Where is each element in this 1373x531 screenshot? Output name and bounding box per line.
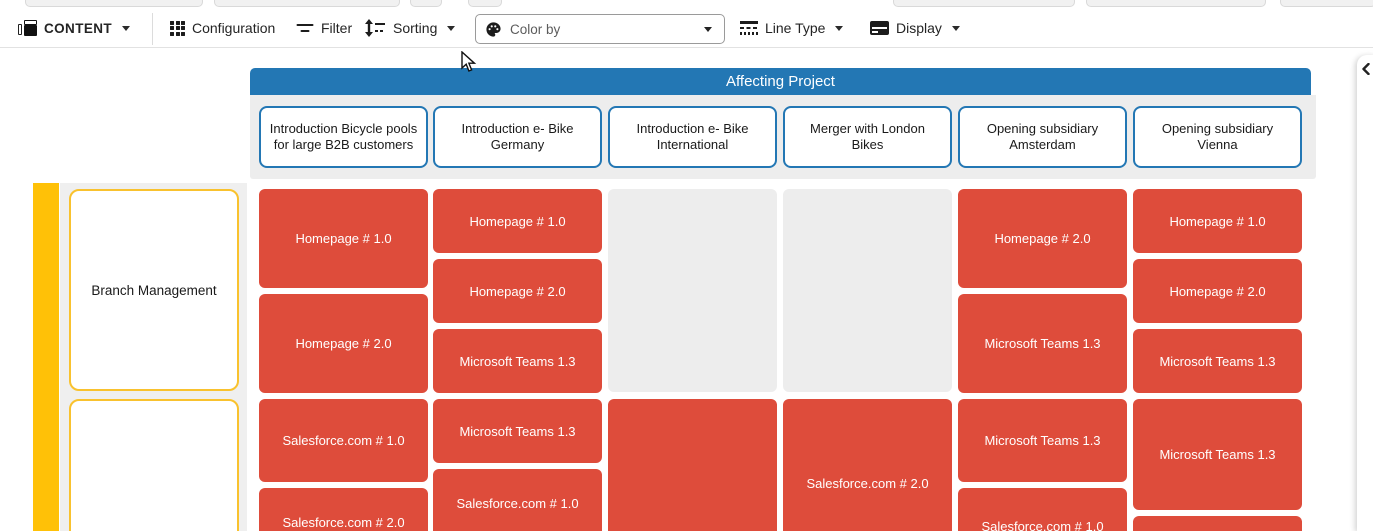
application-card[interactable] — [1133, 516, 1302, 531]
application-card[interactable]: Microsoft Teams 1.3 — [1133, 329, 1302, 393]
application-card[interactable]: Microsoft Teams 1.3 — [433, 329, 602, 393]
application-card[interactable]: Homepage # 1.0 — [433, 189, 602, 253]
line-type-button[interactable]: Line Type — [740, 9, 843, 47]
column-axis-title: Affecting Project — [250, 68, 1311, 95]
application-card[interactable]: Salesforce.com # 2.0 — [783, 399, 952, 531]
row-header[interactable]: Branch Management — [69, 189, 239, 391]
chevron-down-icon — [704, 27, 712, 32]
application-card[interactable]: Homepage # 1.0 — [1133, 189, 1302, 253]
top-bar-fragment — [214, 0, 400, 7]
grid-icon — [170, 21, 185, 36]
row-axis-bar — [33, 183, 59, 531]
application-card[interactable]: Homepage # 2.0 — [1133, 259, 1302, 323]
application-card[interactable]: Homepage # 2.0 — [958, 189, 1127, 288]
toolbar: CONTENT Configuration Filter Sorting Col… — [0, 9, 1373, 48]
application-card[interactable]: Homepage # 1.0 — [259, 189, 428, 288]
sort-icon — [364, 19, 386, 37]
column-axis-title-text: Affecting Project — [726, 73, 835, 90]
content-menu-button[interactable]: CONTENT — [18, 9, 130, 47]
chevron-down-icon — [122, 26, 130, 31]
application-card[interactable] — [608, 399, 777, 531]
application-card[interactable]: Microsoft Teams 1.3 — [958, 294, 1127, 393]
filter-icon — [296, 22, 314, 34]
chevron-down-icon — [835, 26, 843, 31]
sorting-button[interactable]: Sorting — [364, 9, 455, 47]
top-bar-fragment — [468, 0, 502, 7]
column-header[interactable]: Introduction e- Bike International — [608, 106, 777, 168]
top-bar-fragment — [1086, 0, 1266, 7]
chevron-down-icon — [952, 26, 960, 31]
content-menu-label: CONTENT — [44, 21, 112, 36]
display-button[interactable]: Display — [870, 9, 960, 47]
empty-cell — [608, 189, 777, 392]
line-type-icon — [740, 21, 758, 35]
top-bar-fragment — [410, 0, 442, 7]
filter-label: Filter — [321, 20, 352, 36]
right-panel-collapsed — [1357, 55, 1373, 531]
matrix-report-app: CONTENT Configuration Filter Sorting Col… — [0, 0, 1373, 531]
chevron-down-icon — [447, 26, 455, 31]
application-card[interactable]: Homepage # 2.0 — [433, 259, 602, 323]
application-card[interactable]: Microsoft Teams 1.3 — [433, 399, 602, 463]
mouse-cursor — [461, 51, 477, 73]
display-icon — [870, 21, 889, 35]
top-bar-fragment — [25, 0, 203, 7]
application-card[interactable]: Salesforce.com # 1.0 — [433, 469, 602, 531]
content-view-icon — [18, 20, 37, 37]
application-card[interactable]: Salesforce.com # 1.0 — [259, 399, 428, 482]
application-card[interactable]: Homepage # 2.0 — [259, 294, 428, 393]
filter-button[interactable]: Filter — [296, 9, 352, 47]
palette-icon — [485, 21, 502, 38]
color-by-label: Color by — [510, 22, 693, 37]
toolbar-divider — [152, 13, 153, 45]
row-header[interactable] — [69, 399, 239, 531]
empty-cell — [783, 189, 952, 392]
top-bar-fragment — [1280, 0, 1373, 7]
column-header[interactable]: Opening subsidiary Vienna — [1133, 106, 1302, 168]
application-card[interactable]: Salesforce.com # 1.0 — [958, 488, 1127, 531]
color-by-select[interactable]: Color by — [475, 14, 725, 44]
line-type-label: Line Type — [765, 20, 825, 36]
application-card[interactable]: Microsoft Teams 1.3 — [1133, 399, 1302, 510]
expand-panel-button[interactable] — [1360, 63, 1372, 75]
column-header[interactable]: Opening subsidiary Amsterdam — [958, 106, 1127, 168]
top-bar-fragment — [893, 0, 1075, 7]
application-card[interactable]: Microsoft Teams 1.3 — [958, 399, 1127, 482]
column-header[interactable]: Introduction e- Bike Germany — [433, 106, 602, 168]
column-header[interactable]: Introduction Bicycle pools for large B2B… — [259, 106, 428, 168]
sorting-label: Sorting — [393, 20, 437, 36]
application-card[interactable]: Salesforce.com # 2.0 — [259, 488, 428, 531]
display-label: Display — [896, 20, 942, 36]
column-header[interactable]: Merger with London Bikes — [783, 106, 952, 168]
configuration-button[interactable]: Configuration — [170, 9, 275, 47]
configuration-label: Configuration — [192, 20, 275, 36]
